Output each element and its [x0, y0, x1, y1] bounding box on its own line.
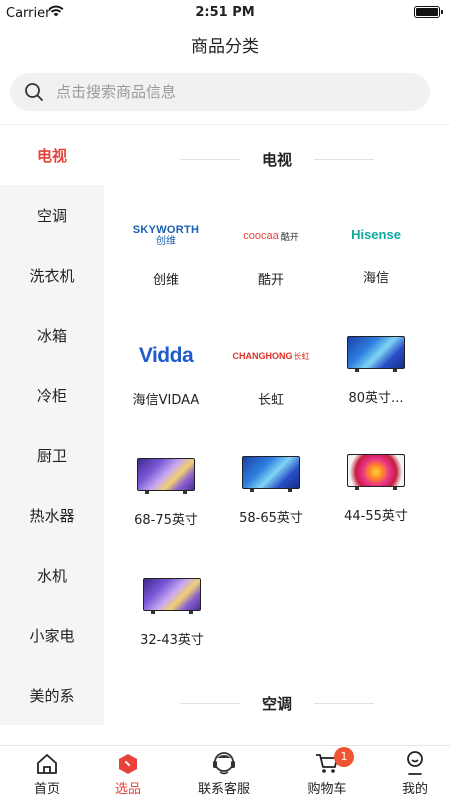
- hisense-logo: Hisense: [351, 226, 401, 242]
- status-bar: Carrier 2:51 PM: [0, 0, 450, 28]
- sidebar-item-freezer[interactable]: 冷柜: [0, 365, 104, 425]
- product-changhong[interactable]: CHANGHONG 长虹 长虹: [221, 333, 321, 408]
- tv-purple-image: [116, 453, 216, 499]
- product-label: 58-65英寸: [239, 511, 303, 526]
- section-header-tv: 电视: [104, 149, 450, 170]
- select-icon: [119, 754, 137, 774]
- category-sidebar: 电视 空调 洗衣机 冰箱 冷柜 厨卫 热水器 水机 小家电 美的系: [0, 125, 104, 745]
- product-hisense[interactable]: Hisense 海信: [326, 211, 426, 287]
- section-title: 空调: [261, 695, 292, 713]
- product-label: 68-75英寸: [134, 513, 198, 528]
- tab-label: 我的: [401, 782, 428, 797]
- product-label: 海信: [362, 271, 389, 286]
- product-label: 酷开: [257, 273, 284, 288]
- product-label: 32-43英寸: [140, 633, 204, 648]
- product-skyworth[interactable]: SKYWORTH 创维 创维: [116, 213, 216, 288]
- vidda-logo: Vidda: [138, 344, 194, 367]
- page-title: 商品分类: [191, 37, 259, 57]
- sidebar-item-kitchen-bath[interactable]: 厨卫: [0, 425, 104, 485]
- tab-select[interactable]: 选品: [83, 746, 173, 800]
- tab-label: 选品: [114, 782, 141, 797]
- tv-red-image: [326, 449, 426, 495]
- product-tv-80[interactable]: 80英寸...: [326, 331, 426, 406]
- sidebar-item-water-heater[interactable]: 热水器: [0, 485, 104, 545]
- sidebar-item-label: 冷柜: [36, 386, 67, 405]
- product-vidda[interactable]: Vidda 海信VIDAA: [116, 333, 216, 408]
- coocaa-logo: coocaa 酷开: [243, 230, 299, 243]
- product-label: 创维: [152, 273, 179, 288]
- tv-blue-image: [221, 451, 321, 497]
- sidebar-item-label: 厨卫: [36, 446, 67, 465]
- sidebar-item-label: 冰箱: [36, 326, 67, 345]
- tv-purple-image: [122, 573, 222, 619]
- product-tv-68-75[interactable]: 68-75英寸: [116, 453, 216, 528]
- search-bar[interactable]: [10, 73, 430, 111]
- sidebar-item-water-purifier[interactable]: 水机: [0, 545, 104, 605]
- sidebar-item-small-appliance[interactable]: 小家电: [0, 605, 104, 665]
- tab-cart[interactable]: 1 购物车: [282, 746, 372, 800]
- tab-profile[interactable]: 我的: [370, 746, 450, 800]
- sidebar-item-fridge[interactable]: 冰箱: [0, 305, 104, 365]
- sidebar-item-washer[interactable]: 洗衣机: [0, 245, 104, 305]
- category-content: 电视 SKYWORTH 创维 创维 coocaa 酷开 酷开 Hisense 海…: [104, 125, 450, 745]
- tab-label: 首页: [33, 782, 60, 797]
- profile-icon: [407, 751, 423, 775]
- tab-home[interactable]: 首页: [2, 746, 92, 800]
- sidebar-item-label: 水机: [36, 566, 67, 585]
- sidebar-item-label: 热水器: [29, 506, 75, 525]
- customer-service-icon: [213, 752, 235, 775]
- product-label: 44-55英寸: [344, 509, 408, 524]
- product-tv-32-43[interactable]: 32-43英寸: [122, 573, 222, 648]
- product-label: 长虹: [257, 393, 284, 408]
- product-label: 80英寸...: [348, 391, 404, 406]
- product-tv-44-55[interactable]: 44-55英寸: [326, 449, 426, 524]
- search-icon: [25, 83, 43, 101]
- changhong-logo: CHANGHONG 长虹: [232, 351, 310, 361]
- sidebar-item-label: 小家电: [29, 626, 75, 645]
- tab-label: 联系客服: [197, 782, 250, 797]
- tv-blue-image: [326, 331, 426, 377]
- sidebar-item-label: 洗衣机: [29, 266, 75, 285]
- tab-label: 购物车: [307, 782, 347, 797]
- product-tv-58-65[interactable]: 58-65英寸: [221, 451, 321, 526]
- sidebar-item-label: 电视: [36, 146, 67, 165]
- cart-badge: 1: [334, 747, 354, 767]
- sidebar-item-tv[interactable]: 电视: [0, 125, 104, 185]
- product-label: 海信VIDAA: [132, 393, 200, 408]
- bottom-tab-bar: 首页 选品 联系客服 1 购物车 我的: [0, 745, 450, 800]
- section-title: 电视: [261, 151, 292, 169]
- battery-icon: [414, 6, 443, 18]
- section-header-air-conditioner: 空调: [104, 693, 450, 714]
- sidebar-item-air-conditioner[interactable]: 空调: [0, 185, 104, 245]
- sidebar-item-label: 空调: [36, 206, 67, 225]
- tab-customer-service[interactable]: 联系客服: [179, 746, 269, 800]
- sidebar-item-midea[interactable]: 美的系: [0, 665, 104, 725]
- skyworth-logo: SKYWORTH 创维: [132, 224, 200, 247]
- product-coocaa[interactable]: coocaa 酷开 酷开: [221, 213, 321, 288]
- sidebar-item-label: 美的系: [29, 686, 75, 705]
- status-time: 2:51 PM: [195, 5, 255, 20]
- search-input[interactable]: [56, 73, 416, 111]
- home-icon: [37, 754, 57, 774]
